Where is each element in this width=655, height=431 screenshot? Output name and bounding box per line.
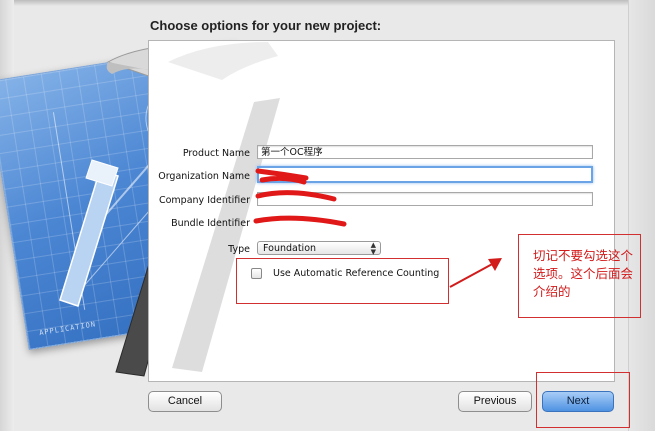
arrow-icon — [449, 258, 502, 288]
previous-button[interactable]: Previous — [458, 391, 532, 412]
annotation-note: 切记不要勾选这个选项。这个后面会介绍的 — [518, 234, 641, 318]
cancel-button[interactable]: Cancel — [148, 391, 222, 412]
next-button[interactable]: Next — [542, 391, 614, 412]
